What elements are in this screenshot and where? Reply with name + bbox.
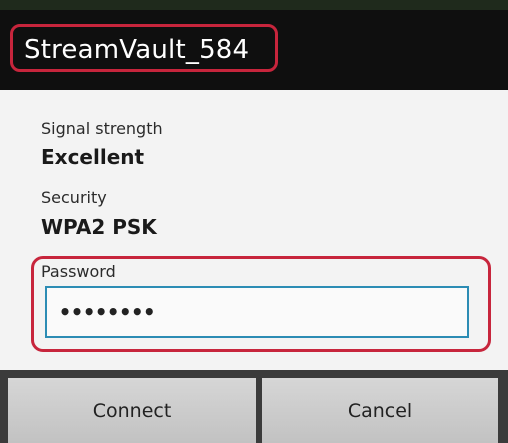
connect-button[interactable]: Connect [8,378,256,443]
password-label: Password [41,262,116,281]
top-strip [0,0,508,10]
security-label: Security [41,188,107,207]
cancel-button[interactable]: Cancel [262,378,498,443]
wifi-connect-screen: StreamVault_584 Signal strength Excellen… [0,0,508,443]
network-name-title: StreamVault_584 [24,35,250,65]
password-input[interactable] [45,286,469,338]
security-value: WPA2 PSK [41,215,157,239]
dialog-title-bar: StreamVault_584 [0,10,508,90]
button-bar: Connect Cancel [0,370,508,443]
signal-strength-label: Signal strength [41,119,163,138]
dialog-body: Signal strength Excellent Security WPA2 … [0,90,508,370]
signal-strength-value: Excellent [41,145,145,169]
